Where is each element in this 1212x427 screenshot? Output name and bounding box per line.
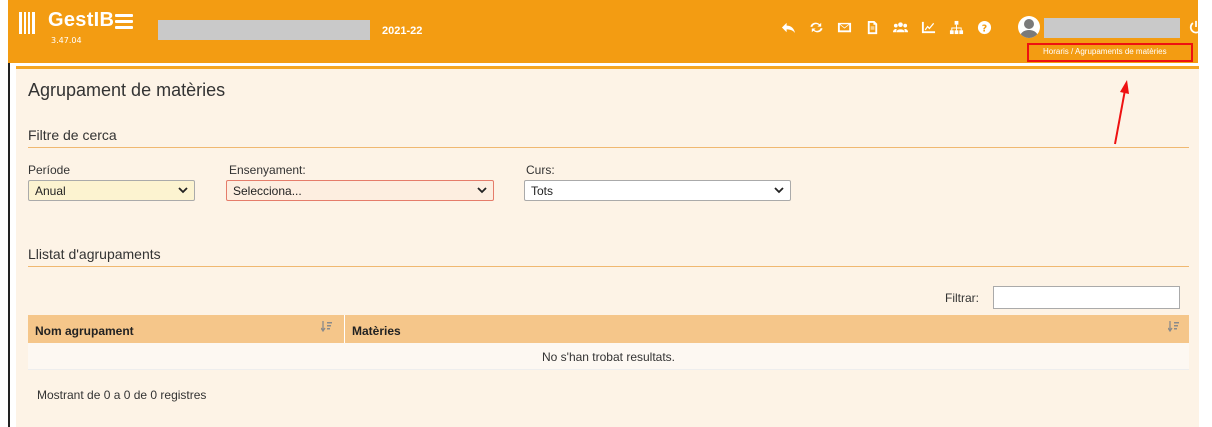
app-version: 3.47.04 xyxy=(51,36,82,45)
ensenyament-select[interactable]: Selecciona... xyxy=(226,180,494,201)
brand-name[interactable]: GestIB xyxy=(48,9,114,32)
column-divider xyxy=(344,315,345,343)
help-icon[interactable]: ? xyxy=(977,20,992,35)
chevron-down-icon xyxy=(477,187,487,194)
user-avatar-icon[interactable] xyxy=(1018,16,1040,38)
curs-select[interactable]: Tots xyxy=(524,180,791,201)
table-filter-input[interactable] xyxy=(993,286,1180,309)
reply-icon[interactable] xyxy=(781,20,796,35)
users-icon[interactable] xyxy=(893,20,908,35)
gestib-logo-icon xyxy=(18,10,36,36)
curs-label: Curs: xyxy=(526,163,555,177)
ensenyament-label: Ensenyament: xyxy=(229,163,306,177)
breadcrumb-highlight xyxy=(1027,43,1193,62)
page-title: Agrupament de matèries xyxy=(28,80,226,100)
top-navbar: GestIB 3.47.04 2021-22 ? Horaris / Agrup… xyxy=(8,0,1203,63)
chevron-down-icon xyxy=(774,187,784,194)
ensenyament-value: Selecciona... xyxy=(233,184,302,198)
document-icon[interactable] xyxy=(865,20,880,35)
filter-section-divider xyxy=(28,147,1189,148)
curs-value: Tots xyxy=(531,184,554,198)
filter-section-title: Filtre de cerca xyxy=(28,127,117,143)
user-name-redacted[interactable] xyxy=(1044,18,1180,38)
periode-value: Anual xyxy=(35,184,66,198)
main-content xyxy=(16,66,1199,427)
menu-icon[interactable] xyxy=(115,14,133,30)
table-header: Nom agrupament Matèries xyxy=(28,315,1189,343)
chevron-down-icon xyxy=(178,187,188,194)
sort-icon[interactable] xyxy=(320,320,333,333)
list-section-title: Llistat d'agrupaments xyxy=(28,246,161,262)
table-info: Mostrant de 0 a 0 de 0 registres xyxy=(37,388,207,402)
table-empty-row: No s'han trobat resultats. xyxy=(28,343,1189,370)
power-icon[interactable] xyxy=(1189,19,1203,34)
school-name-redacted xyxy=(158,20,370,40)
periode-label: Període xyxy=(28,163,71,177)
column-header-materies[interactable]: Matèries xyxy=(352,324,401,338)
svg-text:?: ? xyxy=(982,23,987,34)
toolbar-icons: ? xyxy=(781,18,992,36)
mail-icon[interactable] xyxy=(837,20,852,35)
chart-icon[interactable] xyxy=(921,20,936,35)
annotation-arrow xyxy=(1114,80,1129,145)
column-header-nom-agrupament[interactable]: Nom agrupament xyxy=(35,324,134,338)
sort-icon[interactable] xyxy=(1167,320,1180,333)
sitemap-icon[interactable] xyxy=(949,20,964,35)
table-filter-label: Filtrar: xyxy=(945,291,979,305)
left-border xyxy=(8,63,10,427)
refresh-icon[interactable] xyxy=(809,20,824,35)
academic-year[interactable]: 2021-22 xyxy=(382,25,422,37)
periode-select[interactable]: Anual xyxy=(28,180,195,201)
list-section-divider xyxy=(28,266,1189,267)
